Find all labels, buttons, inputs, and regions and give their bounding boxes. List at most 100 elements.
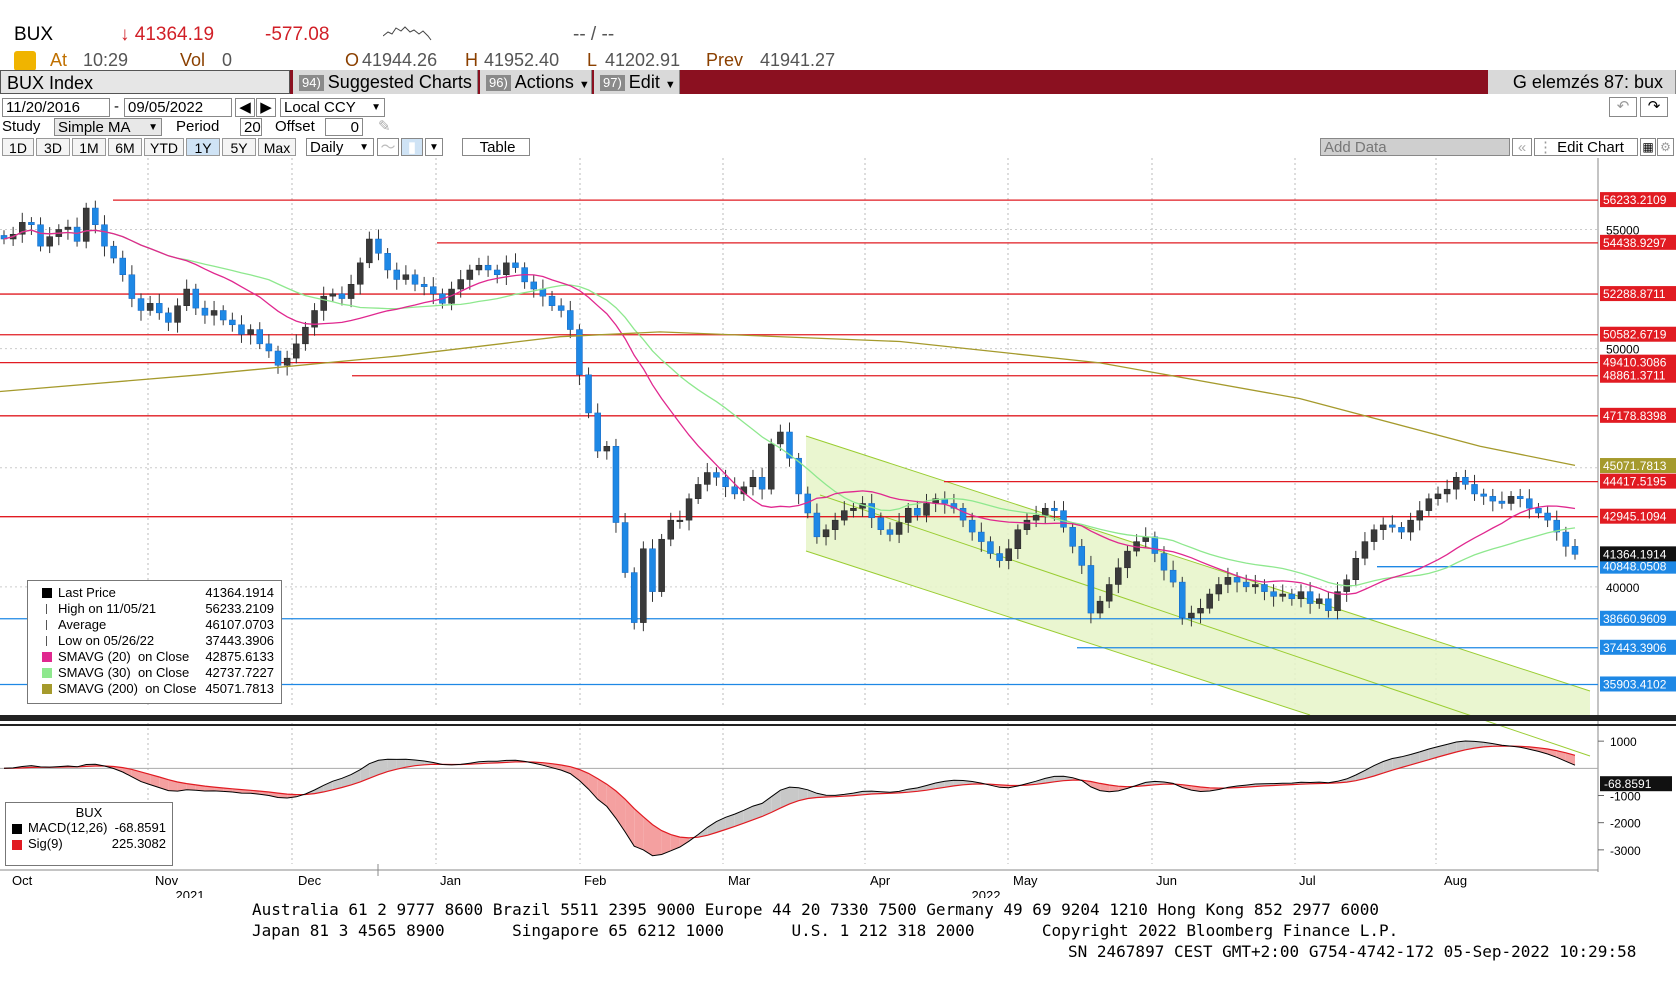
- x-month-label: Mar: [728, 873, 751, 888]
- candle-body: [722, 477, 729, 488]
- candle-body: [1325, 598, 1332, 611]
- x-month-label: Jun: [1156, 873, 1177, 888]
- undo-button[interactable]: ↶: [1609, 97, 1637, 117]
- range-button-3d[interactable]: 3D: [36, 138, 70, 156]
- candle-body: [959, 507, 967, 521]
- range-button-max[interactable]: Max: [258, 138, 296, 156]
- candle-body: [37, 224, 44, 247]
- candle-body: [82, 207, 90, 242]
- chart-grid-icon[interactable]: ▦: [1640, 138, 1656, 156]
- currency-select[interactable]: Local CCY ▼: [280, 98, 385, 117]
- legend-row: SMAVG (20) on Close 42875.6133: [32, 649, 276, 665]
- candle-body: [713, 472, 720, 478]
- range-button-1d[interactable]: 1D: [2, 138, 34, 156]
- candle-body: [1297, 591, 1305, 600]
- scroll-right-button[interactable]: ▶: [256, 98, 276, 117]
- table-button[interactable]: Table: [462, 138, 530, 156]
- legend-row: Average 46107.0703: [32, 617, 276, 633]
- collapse-icon[interactable]: «: [1512, 138, 1532, 156]
- footer-contacts-1: Australia 61 2 9777 8600 Brazil 5511 239…: [252, 900, 1380, 919]
- redo-button[interactable]: ↷: [1640, 97, 1668, 117]
- candle-body: [46, 236, 53, 247]
- frequency-select[interactable]: Daily ▼: [306, 138, 374, 156]
- range-button-5y[interactable]: 5Y: [222, 138, 256, 156]
- candle-body: [603, 446, 611, 452]
- period-input[interactable]: 20: [240, 118, 262, 136]
- actions-button[interactable]: 96) Actions ▼: [480, 70, 592, 94]
- legend-label: SMAVG (200) on Close: [58, 681, 197, 696]
- net-change: -577.08: [265, 24, 330, 45]
- range-button-6m[interactable]: 6M: [108, 138, 142, 156]
- suggested-charts-button[interactable]: 94) Suggested Charts: [293, 70, 478, 94]
- candle-body: [512, 262, 519, 268]
- candle-body: [73, 226, 81, 242]
- date-from-input[interactable]: 11/20/2016: [2, 98, 110, 117]
- candle-body: [283, 357, 291, 366]
- chart-type-dropdown[interactable]: ▼: [425, 138, 443, 156]
- edit-chart-button[interactable]: ⋮ Edit Chart: [1534, 138, 1638, 156]
- price-line-tag-label: 54438.9297: [1603, 236, 1667, 250]
- add-data-input[interactable]: Add Data: [1320, 138, 1510, 156]
- sma20-line: [3, 229, 1576, 596]
- candle-body: [1471, 484, 1478, 495]
- range-button-1y[interactable]: 1Y: [186, 138, 220, 156]
- candle-body: [457, 279, 464, 290]
- gear-icon[interactable]: ⚙: [1657, 138, 1674, 156]
- chevron-down-icon: ▼: [578, 79, 590, 91]
- candle-body: [1032, 515, 1040, 521]
- range-button-ytd[interactable]: YTD: [144, 138, 184, 156]
- swatch-olive-icon: [42, 684, 52, 694]
- macd-tick-label: -2000: [1610, 817, 1641, 831]
- candle-body: [1252, 584, 1259, 588]
- footer-session: SN 2467897 CEST GMT+2:00 G754-4742-172 0…: [1068, 942, 1637, 961]
- scroll-left-button[interactable]: ◀: [235, 98, 255, 117]
- legend-label: SMAVG (30) on Close: [58, 665, 190, 680]
- high-marker-icon: [46, 604, 47, 614]
- offset-input[interactable]: 0: [325, 118, 363, 136]
- security-label: BUX Index: [7, 73, 94, 93]
- candle-body: [1270, 591, 1277, 597]
- candle-body: [1453, 477, 1460, 490]
- pencil-icon[interactable]: ✎: [378, 118, 391, 136]
- legend-label: Last Price: [58, 585, 116, 600]
- candle-body: [411, 274, 419, 285]
- range-button-1m[interactable]: 1M: [72, 138, 106, 156]
- last-price-value: 41364.19: [134, 24, 215, 45]
- macd-legend: BUX MACD(12,26) -68.8591 Sig(9) 225.3082: [5, 802, 173, 866]
- candle-body: [229, 319, 236, 326]
- candle-body: [1005, 548, 1012, 561]
- candle-body: [1462, 477, 1469, 485]
- candle-icon: [42, 588, 52, 598]
- low-label: L: [587, 50, 598, 70]
- panel-divider-thin: [0, 724, 1676, 726]
- price-line-tag-label: 50582.6719: [1603, 328, 1667, 342]
- candle-body: [347, 284, 355, 299]
- chevron-down-icon: ▼: [148, 122, 158, 133]
- offset-label: Offset: [275, 118, 315, 135]
- security-field[interactable]: BUX Index: [0, 70, 290, 94]
- line-chart-icon[interactable]: 〜: [377, 138, 399, 156]
- candle-body: [749, 477, 757, 488]
- candle-body: [886, 529, 894, 535]
- quote-row-2: [14, 50, 36, 72]
- legend-row: High on 11/05/21 56233.2109: [32, 601, 276, 617]
- candle-body: [110, 245, 117, 259]
- candle-body: [356, 262, 364, 285]
- candle-body: [28, 222, 35, 225]
- candle-body: [338, 293, 346, 299]
- ticker-label: BUX: [14, 24, 54, 45]
- candle-body: [1242, 581, 1250, 588]
- candle-chart-icon[interactable]: ▮: [401, 138, 423, 156]
- date-to-input[interactable]: 09/05/2022: [124, 98, 232, 117]
- axis-tag-label: 41364.1914: [1603, 547, 1667, 561]
- study-select[interactable]: Simple MA ▼: [54, 118, 162, 136]
- page-title-right: G elemzés 87: bux: [1488, 70, 1676, 94]
- price-chart[interactable]: Oct Nov Dec Jan Feb Mar Apr May Jun Jul Aug 2021 202…: [0, 158, 1676, 898]
- edit-button[interactable]: 97) Edit ▼: [594, 70, 680, 94]
- candle-body: [1197, 608, 1204, 614]
- candle-body: [1516, 496, 1524, 499]
- axis-tag-label: 45071.7813: [1603, 459, 1667, 473]
- candle-body: [1507, 496, 1515, 504]
- candle-body: [987, 541, 994, 554]
- candle-body: [210, 310, 218, 316]
